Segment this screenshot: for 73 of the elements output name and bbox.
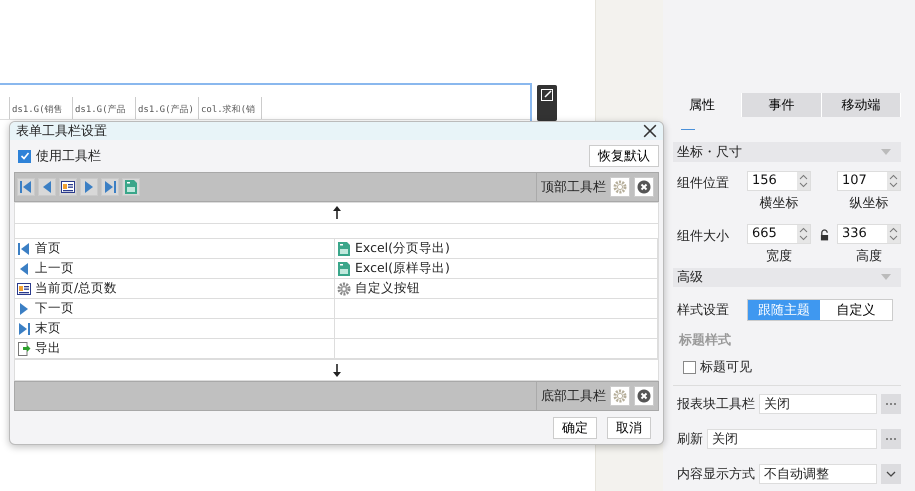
spreadsheet-icon: [337, 262, 351, 276]
more-button[interactable]: [881, 394, 901, 414]
field-caption: 宽度: [766, 248, 792, 264]
table-cell: ds1.G(销售: [10, 97, 73, 119]
field-label: 样式设置: [677, 302, 730, 320]
padlock-icon[interactable]: [820, 228, 828, 240]
number-field[interactable]: 336: [837, 224, 901, 244]
spinner-icon[interactable]: [887, 224, 900, 242]
first-page-icon: [19, 180, 33, 194]
spreadsheet-icon: [124, 180, 138, 194]
checkbox-label: 标题可见: [700, 359, 752, 376]
edit-toolbar[interactable]: [537, 85, 557, 121]
toolbar-item[interactable]: 上一页: [35, 260, 74, 277]
checkbox[interactable]: [18, 150, 31, 162]
remove-button[interactable]: [634, 177, 654, 197]
style-option[interactable]: 自定义: [820, 300, 892, 320]
field-caption: 纵坐标: [850, 194, 888, 212]
panel-tab[interactable]: 移动端: [822, 93, 901, 117]
number-field[interactable]: 107: [837, 170, 901, 190]
edit-icon[interactable]: [540, 88, 554, 102]
toolbar-item[interactable]: 首页: [35, 240, 61, 257]
dropdown-button[interactable]: [881, 464, 901, 484]
toolbar-item[interactable]: 当前页/总页数: [35, 280, 118, 297]
toolbar-item[interactable]: Excel(原样导出): [355, 260, 450, 277]
toolbar-label: 底部工具栏: [541, 388, 606, 405]
close-button[interactable]: [643, 124, 657, 138]
text-field[interactable]: 关闭: [759, 394, 877, 414]
last-page-icon: [103, 180, 117, 194]
page-info-icon: [17, 282, 31, 296]
number-field[interactable]: 156: [747, 170, 811, 190]
subsection-title: 标题样式: [679, 332, 732, 350]
page-info-icon: [61, 180, 75, 194]
field-caption: 高度: [856, 248, 882, 264]
number-field[interactable]: 665: [747, 224, 811, 244]
spreadsheet-icon: [337, 242, 351, 256]
remove-button[interactable]: [634, 386, 654, 406]
dropdown-field[interactable]: 不自动调整: [759, 464, 877, 484]
export-icon: [17, 342, 31, 356]
text-field[interactable]: 关闭: [707, 429, 877, 449]
table-cell: ds1.G(产品: [73, 97, 136, 119]
chevron-down-icon: [885, 471, 897, 477]
field-label: 组件位置: [677, 174, 730, 192]
dialog-title: 表单工具栏设置: [16, 123, 107, 140]
gear-icon: [337, 282, 351, 296]
toolbar-item[interactable]: 导出: [35, 340, 61, 357]
checkbox[interactable]: [683, 360, 696, 374]
spinner-icon[interactable]: [797, 224, 810, 242]
reset-button[interactable]: 恢复默认: [589, 145, 659, 167]
toolbar-item[interactable]: 末页: [35, 320, 61, 337]
table-cell: ds1.G(产品): [136, 97, 199, 119]
field-caption: 横坐标: [760, 194, 798, 212]
toolbar-item[interactable]: 自定义按钮: [355, 280, 420, 297]
section-header[interactable]: 高级: [673, 268, 901, 288]
field-label: 组件大小: [677, 228, 730, 244]
field-label: 内容显示方式: [677, 466, 755, 483]
dialog-button[interactable]: 取消: [607, 417, 651, 439]
dialog-button[interactable]: 确定: [553, 417, 597, 439]
toolbar-item[interactable]: Excel(分页导出): [355, 240, 450, 257]
toolbar-label: 顶部工具栏: [541, 179, 606, 196]
table-cell: col.求和(销: [199, 97, 262, 119]
ellipsis-icon: [885, 401, 897, 407]
last-page-icon: [17, 322, 31, 336]
field-label: 报表块工具栏: [677, 396, 755, 413]
field-label: 刷新: [677, 431, 703, 448]
spinner-icon[interactable]: [797, 172, 810, 190]
spinner-icon[interactable]: [887, 172, 900, 190]
toolbar-item[interactable]: 下一页: [35, 300, 74, 317]
more-button[interactable]: [881, 429, 901, 449]
first-page-icon: [17, 242, 31, 256]
section-header[interactable]: 坐标・尺寸: [673, 142, 901, 162]
ellipsis-icon: [885, 436, 897, 442]
checkbox-label: 使用工具栏: [36, 148, 101, 165]
panel-tab[interactable]: 事件: [742, 93, 822, 117]
